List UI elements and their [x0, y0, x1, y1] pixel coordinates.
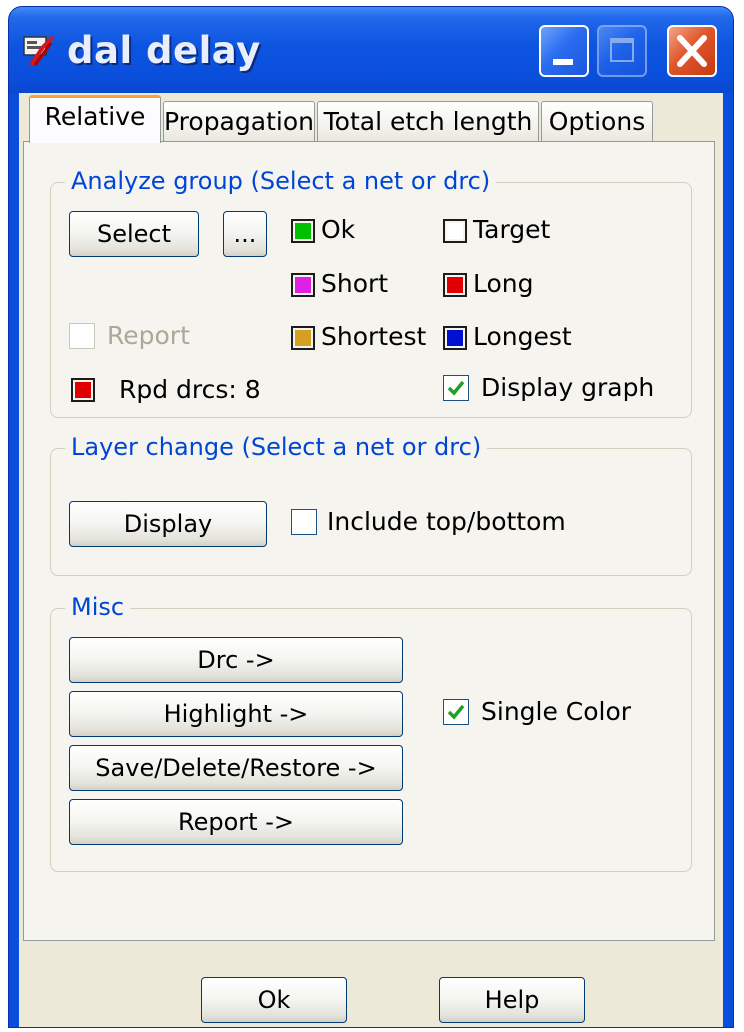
legend-long-label: Long	[473, 269, 534, 298]
rpd-drcs-label: Rpd drcs: 8	[119, 375, 261, 404]
single-color-checkbox[interactable]	[443, 699, 469, 725]
longest-color-fill	[447, 330, 463, 346]
maximize-icon	[610, 38, 634, 62]
legend-shortest-label: Shortest	[321, 322, 427, 351]
ok-button[interactable]: Ok	[201, 977, 347, 1023]
highlight-button[interactable]: Highlight ->	[69, 691, 403, 737]
short-color-fill	[295, 277, 311, 293]
single-color-label: Single Color	[481, 697, 632, 726]
rpd-drcs-color-fill	[75, 382, 91, 398]
legend-ok-label: Ok	[321, 215, 356, 244]
minimize-button[interactable]	[539, 25, 589, 77]
tab-total-etch-length[interactable]: Total etch length	[317, 101, 539, 143]
help-button[interactable]: Help	[439, 977, 585, 1023]
short-color-swatch	[291, 273, 315, 297]
analyze-group-box: Analyze group (Select a net or drc) Sele…	[50, 167, 692, 418]
analyze-group-title: Analyze group (Select a net or drc)	[65, 167, 497, 195]
report-checkbox	[69, 323, 95, 349]
tab-options[interactable]: Options	[541, 101, 653, 143]
misc-title: Misc	[65, 593, 131, 621]
minimize-icon	[553, 59, 573, 65]
report-button[interactable]: Report ->	[69, 799, 403, 845]
ok-color-swatch	[291, 219, 315, 243]
dialog-window: dal delay Relative Propagation Total etc…	[8, 6, 734, 1028]
title-bar[interactable]: dal delay	[9, 7, 733, 93]
report-checkbox-label: Report	[107, 321, 190, 350]
app-icon	[23, 35, 55, 67]
dialog-client-area: Relative Propagation Total etch length O…	[19, 93, 723, 1027]
layer-change-group-box: Layer change (Select a net or drc) Displ…	[50, 433, 692, 576]
checkmark-icon	[447, 380, 465, 396]
include-top-bottom-checkbox[interactable]	[291, 509, 317, 535]
shortest-color-swatch	[291, 326, 315, 350]
longest-color-swatch	[443, 326, 467, 350]
display-graph-label: Display graph	[481, 373, 655, 402]
maximize-button	[597, 25, 647, 77]
long-color-fill	[447, 277, 463, 293]
close-icon	[677, 35, 707, 67]
window-title: dal delay	[67, 29, 261, 72]
display-button[interactable]: Display	[69, 501, 267, 547]
checkmark-icon	[447, 704, 465, 720]
tab-panel-relative: Analyze group (Select a net or drc) Sele…	[23, 141, 715, 941]
save-delete-restore-button[interactable]: Save/Delete/Restore ->	[69, 745, 403, 791]
browse-button[interactable]: ...	[223, 211, 267, 257]
tab-relative[interactable]: Relative	[29, 95, 161, 143]
shortest-color-fill	[295, 330, 311, 346]
legend-short-label: Short	[321, 269, 389, 298]
include-top-bottom-label: Include top/bottom	[327, 507, 566, 536]
legend-longest-label: Longest	[473, 322, 572, 351]
layer-change-title: Layer change (Select a net or drc)	[65, 433, 488, 461]
target-color-fill	[447, 223, 463, 239]
misc-group-box: Misc Drc -> Highlight -> Save/Delete/Res…	[50, 593, 692, 872]
select-button[interactable]: Select	[69, 211, 199, 257]
long-color-swatch	[443, 273, 467, 297]
legend-target-label: Target	[473, 215, 551, 244]
drc-button[interactable]: Drc ->	[69, 637, 403, 683]
target-color-swatch	[443, 219, 467, 243]
tab-propagation[interactable]: Propagation	[163, 101, 315, 143]
close-button[interactable]	[667, 25, 717, 77]
ok-color-fill	[295, 223, 311, 239]
display-graph-checkbox[interactable]	[443, 375, 469, 401]
rpd-drcs-color-swatch	[71, 378, 95, 402]
